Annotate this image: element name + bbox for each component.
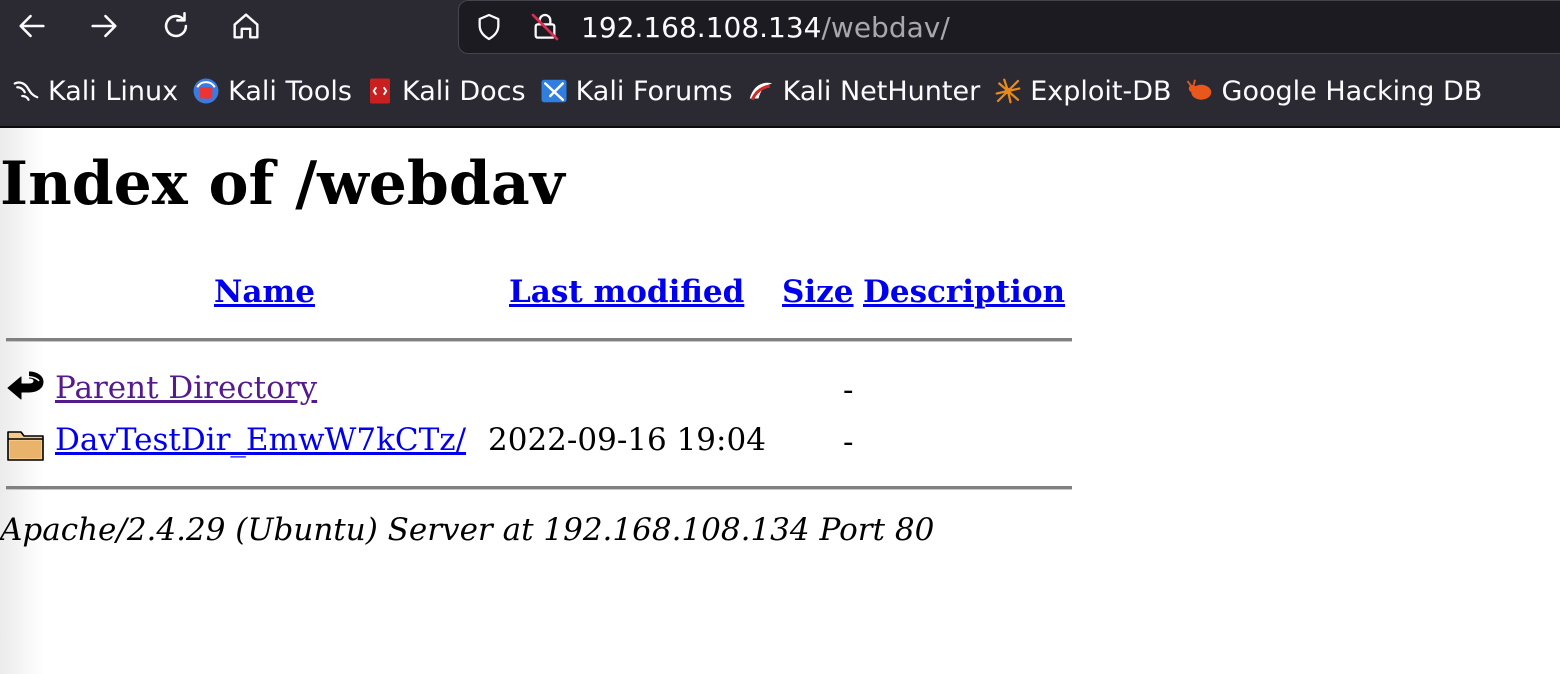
- bookmark-label: Kali NetHunter: [782, 75, 981, 107]
- kali-tools-icon: [190, 75, 222, 107]
- bookmark-label: Exploit-DB: [1030, 75, 1172, 107]
- bookmarks-toolbar: Kali Linux Kali Tools Kali Docs Kali For…: [0, 56, 1560, 128]
- bookmark-label: Google Hacking DB: [1221, 75, 1483, 107]
- column-header-name[interactable]: Name: [214, 270, 315, 314]
- column-header-description[interactable]: Description: [863, 270, 1065, 314]
- kali-nethunter-icon: [745, 75, 777, 107]
- bookmark-label: Kali Docs: [401, 75, 526, 107]
- column-header-size[interactable]: Size: [782, 270, 854, 314]
- reload-icon: [164, 11, 188, 38]
- shield-icon[interactable]: [471, 9, 507, 45]
- insecure-lock-icon[interactable]: [527, 9, 563, 45]
- ghdb-icon: [1184, 75, 1216, 107]
- url-bar[interactable]: 192.168.108.134/webdav/: [458, 0, 1560, 54]
- column-header-last-modified[interactable]: Last modified: [509, 270, 744, 314]
- forward-button[interactable]: [84, 6, 124, 46]
- folder-icon: [5, 424, 47, 464]
- bookmark-exploit-db[interactable]: Exploit-DB: [988, 63, 1179, 119]
- forward-arrow-icon: [91, 14, 117, 38]
- kali-docs-icon: [364, 75, 396, 107]
- page-title: Index of /webdav: [0, 149, 565, 219]
- url-path: /webdav/: [821, 11, 950, 44]
- home-icon: [233, 13, 259, 39]
- back-button[interactable]: [12, 6, 52, 46]
- browser-toolbar: 192.168.108.134/webdav/: [0, 0, 1560, 56]
- exploit-db-icon: [992, 75, 1024, 107]
- back-arrow-icon: [19, 14, 45, 38]
- kali-forums-icon: [538, 75, 570, 107]
- home-button[interactable]: [226, 6, 266, 46]
- bookmark-label: Kali Forums: [575, 75, 733, 107]
- reload-button[interactable]: [156, 6, 196, 46]
- bookmark-google-hacking-db[interactable]: Google Hacking DB: [1180, 63, 1491, 119]
- parent-directory-link[interactable]: Parent Directory: [55, 366, 317, 410]
- bookmark-kali-forums[interactable]: Kali Forums: [534, 63, 741, 119]
- row-size: -: [843, 372, 854, 408]
- bookmark-label: Kali Linux: [48, 75, 179, 107]
- bookmark-kali-nethunter[interactable]: Kali NetHunter: [741, 63, 989, 119]
- header-divider: [6, 338, 1072, 342]
- bookmark-kali-linux[interactable]: Kali Linux: [6, 63, 186, 119]
- row-size: -: [843, 424, 854, 460]
- bookmark-kali-tools[interactable]: Kali Tools: [186, 63, 360, 119]
- url-host: 192.168.108.134: [581, 11, 822, 44]
- bookmark-label: Kali Tools: [228, 75, 352, 107]
- back-arrow-icon: [5, 368, 47, 408]
- bookmark-kali-docs[interactable]: Kali Docs: [360, 63, 534, 119]
- page-content: Index of /webdav Name Last modified Size…: [0, 128, 1560, 674]
- url-text[interactable]: 192.168.108.134/webdav/: [581, 9, 950, 47]
- directory-link[interactable]: DavTestDir_EmwW7kCTz/: [55, 418, 466, 462]
- footer-divider: [6, 486, 1072, 490]
- server-signature: Apache/2.4.29 (Ubuntu) Server at 192.168…: [0, 512, 935, 548]
- row-last-modified: 2022-09-16 19:04: [488, 422, 766, 458]
- kali-dragon-icon: [10, 75, 42, 107]
